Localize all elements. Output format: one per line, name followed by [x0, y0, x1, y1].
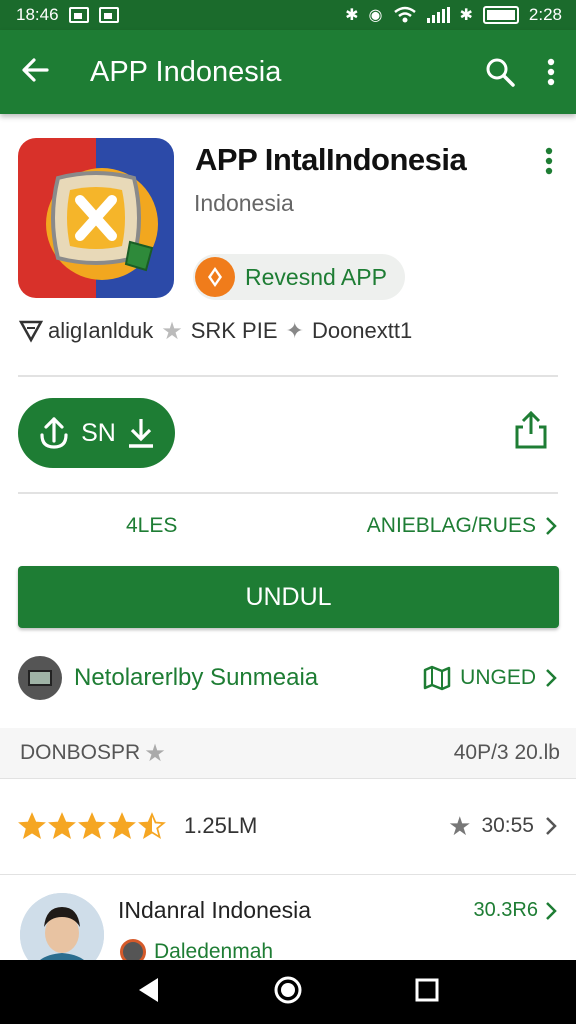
status-time-right: 2:28 — [528, 5, 562, 24]
triangle-back-icon — [138, 977, 158, 1002]
chevron-right-icon — [546, 517, 557, 535]
circle-home-icon — [274, 976, 302, 1003]
developer-avatar — [18, 656, 62, 700]
divider — [18, 492, 558, 494]
back-button[interactable] — [20, 55, 50, 90]
overflow-menu-button[interactable] — [546, 57, 556, 87]
review-tag: 30.3R6 — [473, 899, 539, 921]
download-icon — [128, 419, 153, 448]
badge-icon — [195, 257, 235, 297]
app-more-button[interactable] — [544, 146, 554, 181]
status-bar: 18:46 ✱ ◉ ✱ 2:28 — [0, 0, 576, 30]
tag-1: aligIanlduk — [48, 318, 154, 343]
tag-3: Doonextt1 — [311, 318, 413, 343]
nav-back-button[interactable] — [136, 976, 162, 1009]
rating-stars — [18, 812, 166, 840]
app-bar-title: APP Indonesia — [90, 55, 282, 88]
search-icon — [486, 58, 515, 87]
section-header: DONBOSPR ★ 40P/3 20.lb — [0, 728, 576, 778]
info-left: 4LES — [126, 514, 178, 537]
rating-star-icon — [78, 812, 106, 839]
vibrate-icon: ◉ — [368, 7, 383, 24]
developer-action: UNGED — [460, 666, 536, 689]
install-button[interactable]: SN — [18, 398, 175, 468]
wifi-icon — [393, 6, 416, 23]
app-badge[interactable]: Revesnd APP — [193, 254, 405, 300]
section-header-left: DONBOSPR — [20, 741, 141, 764]
info-right: ANIEBLAG/RUES — [366, 514, 536, 537]
bluetooth-icon-2: ✱ — [459, 7, 473, 24]
share-icon — [515, 410, 547, 449]
chevron-right-icon — [546, 817, 557, 835]
review-item[interactable]: INdanral Indonesia 30.3R6 Daledenmah — [20, 893, 558, 977]
app-header: APP IntalIndonesia Indonesia Revesnd APP — [18, 138, 558, 300]
more-vert-icon — [547, 58, 555, 86]
status-time-left: 18:46 — [16, 5, 59, 24]
rated-icon — [18, 320, 44, 343]
rating-star-icon — [138, 812, 166, 839]
search-button[interactable] — [484, 56, 516, 88]
battery-icon — [482, 6, 519, 24]
app-title: APP IntalIndonesia — [195, 142, 467, 177]
nav-home-button[interactable] — [273, 975, 303, 1010]
tag-2: SRK PIE — [190, 318, 278, 343]
more-vert-icon — [545, 147, 553, 175]
download-notification-icon — [98, 7, 119, 23]
star-icon: ★ — [448, 810, 472, 841]
nav-recents-button[interactable] — [414, 977, 440, 1008]
share-up-icon — [40, 417, 68, 449]
section-header-right: 40P/3 20.lb — [453, 741, 560, 764]
arrow-left-icon — [22, 57, 49, 82]
divider — [0, 778, 576, 779]
rating-star-icon — [108, 812, 136, 839]
app-logo — [18, 138, 174, 298]
divider — [18, 375, 558, 377]
divider — [0, 874, 576, 875]
rating-right-value: 30:55 — [481, 814, 534, 837]
map-icon — [423, 665, 451, 691]
image-notification-icon — [68, 7, 89, 23]
share-button[interactable] — [514, 410, 548, 455]
rating-star-icon — [18, 812, 46, 839]
chevron-right-icon — [546, 669, 557, 687]
rating-count: 1.25LM — [184, 813, 258, 838]
badge-label: Revesnd APP — [245, 263, 387, 290]
star-separator-icon: ★ — [161, 317, 183, 345]
nav-bar — [0, 960, 576, 1024]
developer-name: Netolarerlby Sunmeaia — [74, 664, 319, 691]
bluetooth-icon: ✱ — [345, 7, 359, 24]
developer-row[interactable]: Netolarerlby Sunmeaia UNGED — [18, 654, 558, 702]
info-row[interactable]: 4LES ANIEBLAG/RUES — [18, 510, 558, 542]
reviewer-name: INdanral Indonesia — [118, 897, 312, 923]
download-button[interactable]: UNDUL — [18, 566, 559, 628]
signal-icon — [426, 7, 450, 23]
app-tags: aligIanlduk ★ SRK PIE ✦ Doonextt1 — [18, 315, 412, 347]
app-bar: APP Indonesia — [0, 30, 576, 114]
chevron-right-icon — [546, 901, 557, 920]
rating-star-icon — [48, 812, 76, 839]
install-label: SN — [81, 418, 116, 447]
bullet-separator-icon: ✦ — [285, 318, 304, 343]
square-recents-icon — [415, 978, 439, 1001]
app-developer[interactable]: Indonesia — [194, 190, 294, 217]
star-icon: ★ — [144, 739, 166, 767]
rating-row[interactable]: 1.25LM ★ 30:55 — [18, 804, 558, 848]
